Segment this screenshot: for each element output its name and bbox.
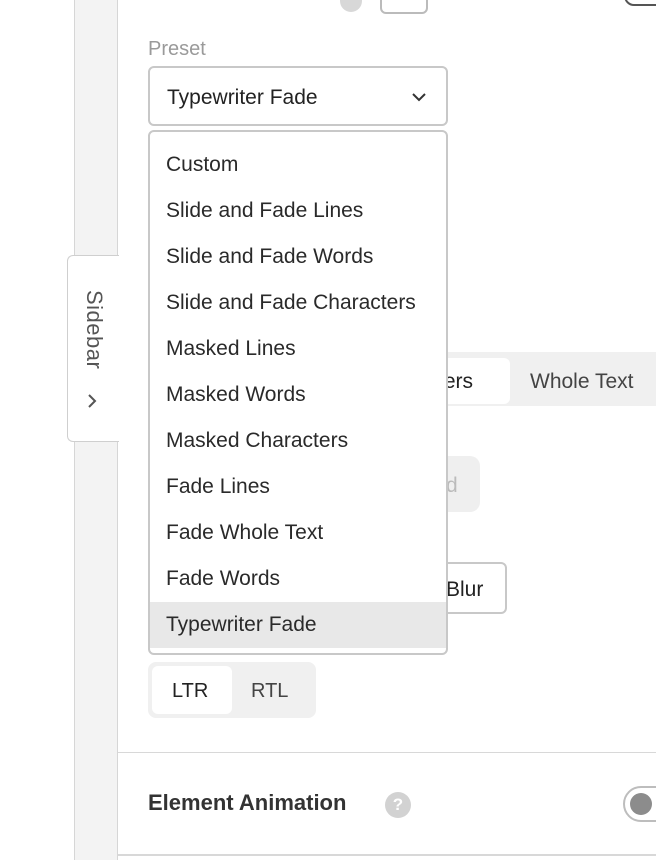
preset-option[interactable]: Masked Lines (150, 326, 446, 372)
direction-rtl-button[interactable]: RTL (251, 680, 288, 703)
preset-dropdown-menu: Custom Slide and Fade Lines Slide and Fa… (148, 130, 448, 655)
section-divider-bottom (118, 854, 656, 856)
split-by-whole-text-option[interactable]: Whole Text (530, 370, 634, 394)
preset-option[interactable]: Masked Words (150, 372, 446, 418)
chevron-right-icon (88, 394, 97, 408)
preset-option[interactable]: Fade Words (150, 556, 446, 602)
top-control-button[interactable] (380, 0, 428, 14)
preset-select[interactable]: Typewriter Fade (148, 66, 448, 126)
preset-option[interactable]: Slide and Fade Characters (150, 280, 446, 326)
preset-option[interactable]: Fade Lines (150, 464, 446, 510)
section-divider (118, 752, 656, 753)
blur-option-label: Blur (446, 578, 484, 601)
preset-option[interactable]: Custom (150, 142, 446, 188)
toggle-knob (630, 793, 652, 815)
preset-option[interactable]: Masked Characters (150, 418, 446, 464)
preset-option[interactable]: Fade Whole Text (150, 510, 446, 556)
left-gutter (0, 0, 76, 860)
sidebar-tab-label: Sidebar (82, 290, 107, 370)
preset-option[interactable]: Slide and Fade Lines (150, 188, 446, 234)
preset-selected-value: Typewriter Fade (167, 86, 318, 109)
preset-option[interactable]: Slide and Fade Words (150, 234, 446, 280)
chevron-down-icon (412, 93, 426, 102)
preset-option-selected[interactable]: Typewriter Fade (150, 602, 446, 648)
element-animation-title: Element Animation (148, 790, 347, 815)
preset-label: Preset (148, 38, 206, 60)
direction-ltr-label: LTR (172, 680, 209, 702)
help-icon[interactable]: ? (385, 792, 411, 818)
sidebar-toggle-tab[interactable]: Sidebar (67, 255, 119, 442)
